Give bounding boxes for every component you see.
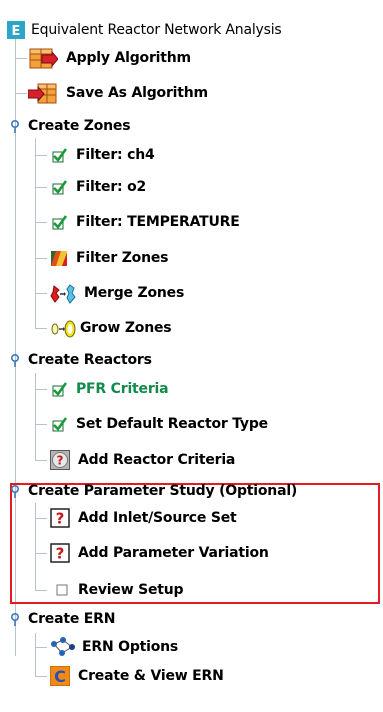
svg-text:E: E xyxy=(12,24,21,39)
tree-line xyxy=(35,293,47,294)
checkmark-icon xyxy=(50,415,68,433)
tree-item-add-reactor-criteria[interactable]: ? Add Reactor Criteria xyxy=(50,445,235,475)
tree-item-ern-options[interactable]: ERN Options xyxy=(50,632,178,662)
expanded-node-icon[interactable] xyxy=(8,484,22,498)
tree-item-create-reactors[interactable]: Create Reactors xyxy=(8,345,152,375)
svg-text:?: ? xyxy=(56,545,65,563)
tree-item-label: Filter: TEMPERATURE xyxy=(76,214,240,230)
grow-zones-icon xyxy=(50,319,76,338)
tree-line xyxy=(35,138,36,328)
tree-item-label: Add Reactor Criteria xyxy=(78,452,236,468)
tree-root[interactable]: E Equivalent Reactor Network Analysis xyxy=(7,15,282,45)
svg-text:?: ? xyxy=(56,510,65,528)
tree-item-set-default-reactor-type[interactable]: Set Default Reactor Type xyxy=(50,409,268,439)
tree-line xyxy=(35,647,47,648)
tree-item-create-zones[interactable]: Create Zones xyxy=(8,111,131,141)
tree-item-add-inlet-source-set[interactable]: ? Add Inlet/Source Set xyxy=(50,503,237,533)
tree-item-label: Apply Algorithm xyxy=(66,50,191,66)
tree-item-create-view-ern[interactable]: C Create & View ERN xyxy=(49,661,224,691)
expanded-node-icon[interactable] xyxy=(8,612,22,626)
tree-item-label: Filter: ch4 xyxy=(76,147,155,163)
tree-item-label: ERN Options xyxy=(82,639,179,655)
tree-item-label: Create Reactors xyxy=(28,352,152,368)
checkmark-icon xyxy=(50,178,68,196)
save-algorithm-icon xyxy=(27,81,58,105)
tree-item-create-parameter-study[interactable]: Create Parameter Study (Optional) xyxy=(8,476,297,506)
tree-line xyxy=(35,222,47,223)
tree-line xyxy=(15,58,27,59)
tree-line xyxy=(35,389,47,390)
empty-square-icon xyxy=(50,580,70,600)
tree-item-filter-ch4[interactable]: Filter: ch4 xyxy=(50,140,155,170)
tree-item-label: Create ERN xyxy=(28,611,116,627)
tree-item-label: Save As Algorithm xyxy=(66,85,208,101)
question-box-icon: ? xyxy=(50,508,70,528)
tree-item-pfr-criteria[interactable]: PFR Criteria xyxy=(50,374,169,404)
tree-item-label: Add Parameter Variation xyxy=(78,545,269,561)
tree-line xyxy=(35,676,47,677)
tree-line xyxy=(35,155,47,156)
tree-line xyxy=(35,424,47,425)
tree-item-create-ern[interactable]: Create ERN xyxy=(8,604,115,634)
tree-line xyxy=(35,633,36,676)
tree-item-label: Create Parameter Study (Optional) xyxy=(28,483,298,499)
question-circle-icon: ? xyxy=(50,450,70,470)
tree-line xyxy=(35,187,47,188)
svg-text:C: C xyxy=(54,667,66,686)
tree-item-label: Filter: o2 xyxy=(76,179,147,195)
expanded-node-icon[interactable] xyxy=(8,119,22,133)
tree-item-label: Set Default Reactor Type xyxy=(76,416,268,432)
tree-root-label: Equivalent Reactor Network Analysis xyxy=(31,22,282,38)
tree-item-add-parameter-variation[interactable]: ? Add Parameter Variation xyxy=(50,538,269,568)
tree-item-label: Create & View ERN xyxy=(78,668,224,684)
tree-item-label: Review Setup xyxy=(78,582,184,598)
create-ern-icon: C xyxy=(49,665,71,687)
svg-text:?: ? xyxy=(57,454,64,468)
root-e-icon: E xyxy=(7,21,25,39)
checkmark-icon xyxy=(50,146,68,164)
tree-item-save-as-algorithm[interactable]: Save As Algorithm xyxy=(27,78,208,108)
tree-item-merge-zones[interactable]: Merge Zones xyxy=(50,278,184,308)
tree-item-review-setup[interactable]: Review Setup xyxy=(50,575,184,605)
checkmark-icon xyxy=(50,213,68,231)
tree-item-label: Add Inlet/Source Set xyxy=(78,510,237,526)
tree-item-label: Filter Zones xyxy=(76,250,169,266)
tree-item-filter-zones[interactable]: Filter Zones xyxy=(50,243,168,273)
filter-zones-icon xyxy=(50,249,68,267)
expanded-node-icon[interactable] xyxy=(8,353,22,367)
question-box-icon: ? xyxy=(50,543,70,563)
tree-item-label: Grow Zones xyxy=(80,320,172,336)
network-options-icon xyxy=(50,636,76,658)
tree-line xyxy=(15,93,27,94)
merge-zones-icon xyxy=(50,284,76,304)
tree-item-apply-algorithm[interactable]: Apply Algorithm xyxy=(28,43,191,73)
tree-item-label: Merge Zones xyxy=(84,285,185,301)
tree-item-label: Create Zones xyxy=(28,118,131,134)
tree-item-label: PFR Criteria xyxy=(76,381,169,397)
apply-algorithm-icon xyxy=(28,46,59,70)
checkmark-icon xyxy=(50,380,68,398)
ern-tree: E Equivalent Reactor Network Analysis Ap… xyxy=(0,0,383,712)
tree-line xyxy=(35,460,47,461)
tree-line xyxy=(35,373,36,460)
tree-item-grow-zones[interactable]: Grow Zones xyxy=(50,313,172,343)
tree-item-filter-temperature[interactable]: Filter: TEMPERATURE xyxy=(50,207,240,237)
tree-item-filter-o2[interactable]: Filter: o2 xyxy=(50,172,146,202)
tree-line xyxy=(35,328,47,329)
tree-line xyxy=(35,258,47,259)
